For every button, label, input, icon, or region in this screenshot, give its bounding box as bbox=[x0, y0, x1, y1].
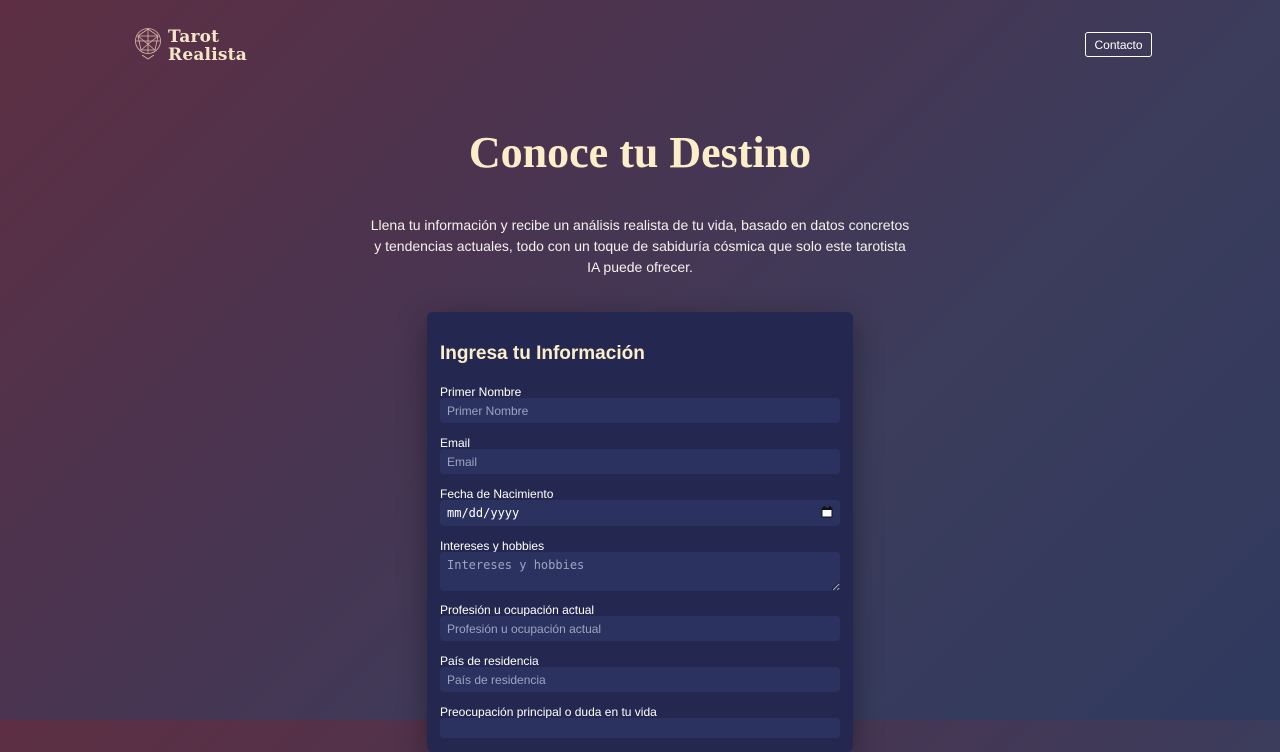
profession-input[interactable] bbox=[440, 616, 840, 641]
first-name-input[interactable] bbox=[440, 398, 840, 423]
info-form-card: Ingresa tu Información Primer Nombre Ema… bbox=[427, 312, 853, 752]
country-input[interactable] bbox=[440, 667, 840, 692]
birthdate-label: Fecha de Nacimiento bbox=[440, 487, 554, 501]
crystal-ball-icon bbox=[134, 26, 162, 65]
form-title: Ingresa tu Información bbox=[440, 343, 645, 364]
concern-input[interactable] bbox=[440, 718, 840, 738]
logo[interactable]: Tarot Realista bbox=[134, 26, 247, 65]
logo-line-1: Tarot bbox=[168, 26, 220, 47]
interests-label: Intereses y hobbies bbox=[440, 539, 545, 553]
calendar-icon[interactable] bbox=[821, 505, 833, 521]
hero-subtitle: Llena tu información y recibe un análisi… bbox=[370, 217, 910, 275]
contact-button[interactable]: Contacto bbox=[1085, 32, 1152, 57]
birthdate-value: mm/dd/yyyy bbox=[447, 506, 520, 520]
email-label: Email bbox=[440, 436, 471, 450]
concern-label: Preocupación principal o duda en tu vida bbox=[440, 705, 657, 719]
email-input[interactable] bbox=[440, 449, 840, 474]
first-name-label: Primer Nombre bbox=[440, 385, 522, 399]
interests-textarea[interactable] bbox=[440, 552, 840, 591]
logo-line-2: Realista bbox=[168, 44, 247, 65]
profession-label: Profesión u ocupación actual bbox=[440, 603, 595, 617]
logo-text: Tarot Realista bbox=[168, 28, 247, 64]
birthdate-input[interactable]: mm/dd/yyyy bbox=[440, 500, 840, 526]
country-label: País de residencia bbox=[440, 654, 539, 668]
hero-title: Conoce tu Destino bbox=[468, 128, 812, 177]
